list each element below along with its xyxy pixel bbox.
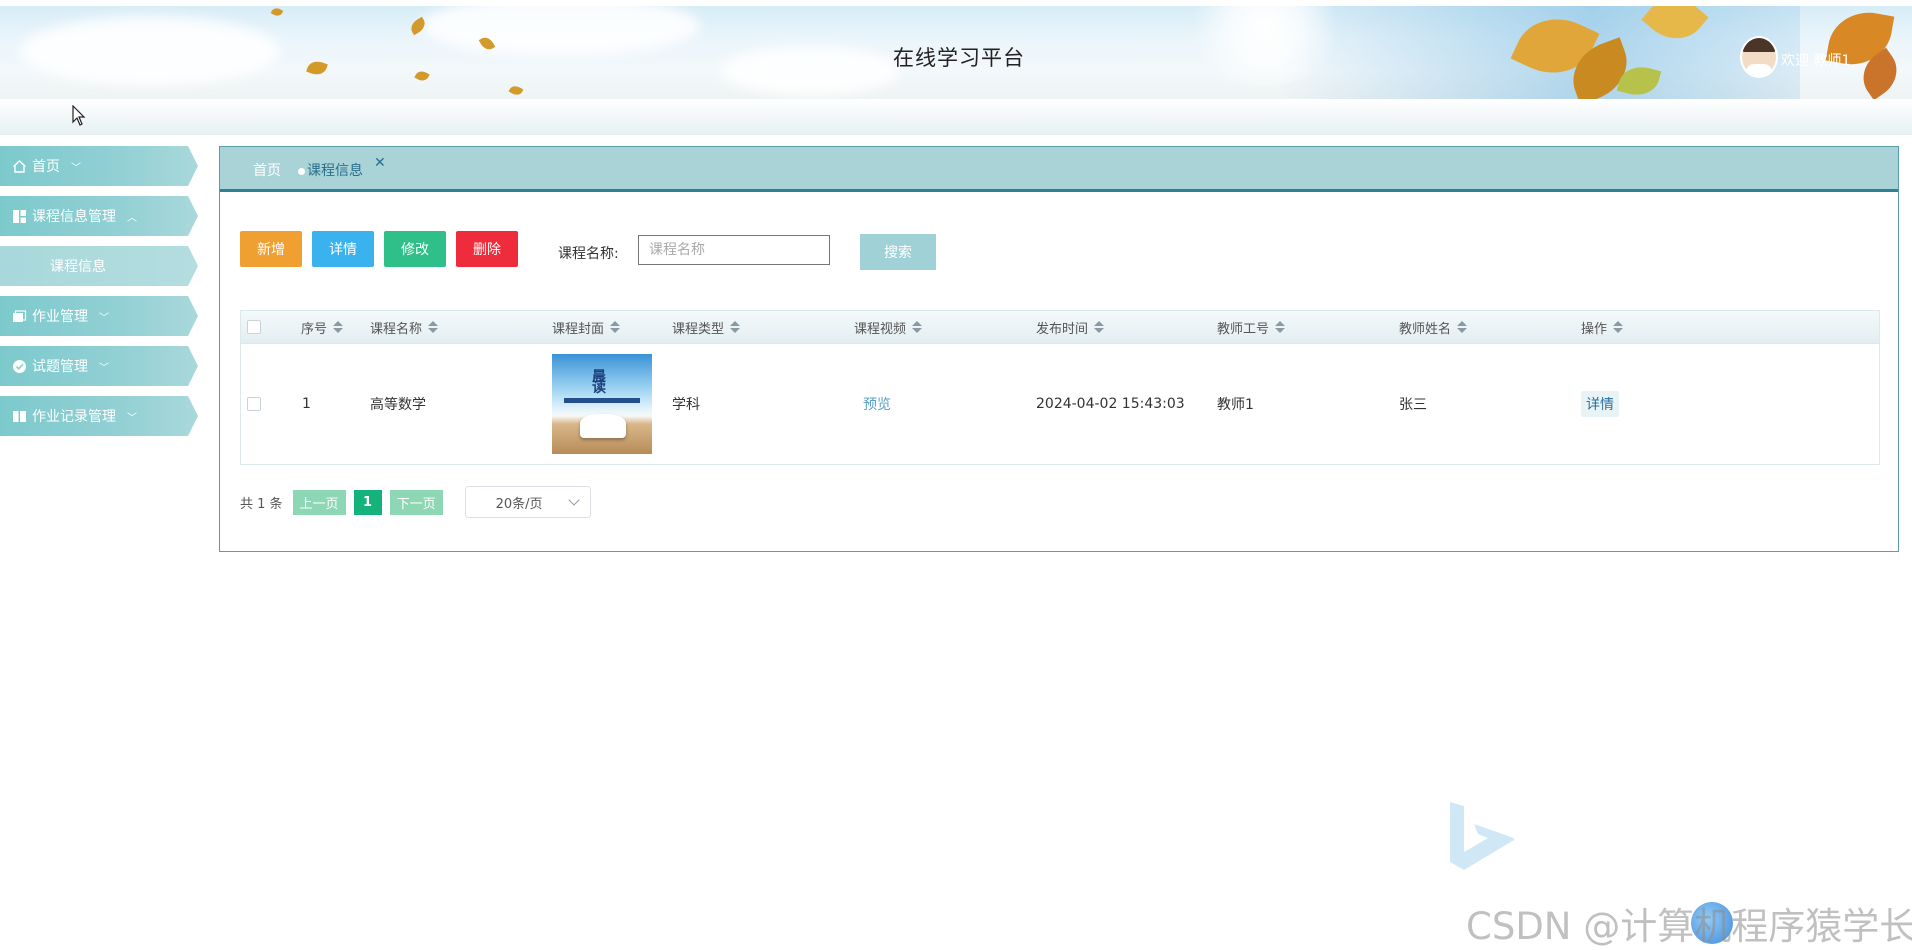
cell-course-type: 学科 [672,397,700,413]
check-circle-icon [12,359,27,374]
column-header-teacher-id[interactable]: 教师工号 [1217,311,1286,343]
chevron-down-icon: ﹀ [71,162,81,174]
delete-button[interactable]: 删除 [456,231,518,267]
sidebar-item-homework-record-management[interactable]: 作业记录管理 ﹀ [0,396,198,436]
sidebar-item-label: 作业管理 [32,309,88,325]
cell-teacher-id: 教师1 [1217,397,1254,413]
row-checkbox[interactable] [247,344,261,464]
avatar[interactable] [1740,36,1778,78]
sub-header-bar [0,99,1912,135]
cell-teacher-name: 张三 [1399,397,1427,413]
next-page-button[interactable]: 下一页 [389,489,443,515]
toolbar: 新增 详情 修改 删除 [240,231,528,267]
page-number-button[interactable]: 1 [353,489,382,515]
cloud-decoration [420,6,700,56]
chevron-down-icon [567,494,580,506]
search-input[interactable] [638,235,830,265]
column-header-cover[interactable]: 课程封面 [552,311,621,343]
sidebar-item-label: 试题管理 [32,359,88,375]
column-header-type[interactable]: 课程类型 [672,311,741,343]
tab-bar: 首页 课程信息 ✕ [220,147,1898,192]
cell-course-name: 高等数学 [370,397,426,413]
home-icon [12,159,27,174]
sidebar: 首页 ﹀ 课程信息管理 ︿ 课程信息 作业管理 ﹀ 试题管理 ﹀ 作业记录管理 … [0,146,200,446]
cell-cover: 晨读 [552,344,652,464]
header-banner: 在线学习平台 欢迎 教师1 [0,6,1912,99]
chevron-up-icon: ︿ [127,212,137,224]
sort-icon[interactable] [333,321,344,333]
detail-button[interactable]: 详情 [312,231,374,267]
book-icon [12,409,27,424]
column-header-video[interactable]: 课程视频 [854,311,923,343]
sort-icon[interactable] [1275,321,1286,333]
table-header: 序号 课程名称 课程封面 课程类型 课程视频 发布时间 教师工号 教师姓名 操作 [241,311,1879,344]
sidebar-item-label: 作业记录管理 [32,409,116,425]
sidebar-item-home[interactable]: 首页 ﹀ [0,146,198,186]
leaf-icon [414,68,430,84]
leaf-icon [508,83,524,98]
sidebar-item-label: 课程信息 [50,259,106,275]
tab-label: 课程信息 [307,163,363,179]
cell-publish-time: 2024-04-02 15:43:03 [1036,396,1185,412]
sidebar-item-question-management[interactable]: 试题管理 ﹀ [0,346,198,386]
main-panel: 首页 课程信息 ✕ 新增 详情 修改 删除 课程名称: 搜索 序号 课程名称 课… [219,146,1899,552]
total-count: 共 1 条 [240,496,283,512]
sort-icon[interactable] [610,321,621,333]
app-title: 在线学习平台 [893,46,1025,70]
sort-icon[interactable] [428,321,439,333]
sidebar-item-course-info[interactable]: 课程信息 [0,246,198,286]
add-button[interactable]: 新增 [240,231,302,267]
welcome-text[interactable]: 欢迎 教师1 [1781,50,1850,70]
cell-index: 1 [302,396,311,412]
prev-page-button[interactable]: 上一页 [292,489,346,515]
column-header-action[interactable]: 操作 [1581,311,1624,343]
active-dot-icon [298,167,305,175]
sidebar-item-label: 首页 [32,159,60,175]
row-detail-button[interactable]: 详情 [1581,391,1619,417]
watermark-text: CSDN @计算机程序猿学长 [1466,905,1912,948]
folder-icon [12,309,27,324]
pagination: 共 1 条 上一页 1 下一页 20条/页 [240,486,591,518]
course-cover-image[interactable]: 晨读 [552,354,652,454]
column-header-index[interactable]: 序号 [301,311,344,343]
leaf-icon [306,58,328,78]
search-button[interactable]: 搜索 [860,234,936,270]
edit-button[interactable]: 修改 [384,231,446,267]
sidebar-item-label: 课程信息管理 [32,209,116,225]
tab-home[interactable]: 首页 [253,160,281,180]
search-label: 课程名称: [558,246,619,262]
chevron-down-icon: ﹀ [99,312,109,324]
column-header-name[interactable]: 课程名称 [370,311,439,343]
grid-icon [12,209,27,224]
sort-icon[interactable] [1457,321,1468,333]
chevron-down-icon: ﹀ [127,412,137,424]
table-row[interactable]: 1 高等数学 晨读 学科 预览 2024-04-02 15:43:03 教师1 … [241,344,1879,464]
video-preview-link[interactable]: 预览 [863,344,891,464]
sort-icon[interactable] [730,321,741,333]
close-icon[interactable]: ✕ [374,155,386,171]
sort-icon[interactable] [1613,321,1624,333]
leaf-icon [270,6,284,18]
column-header-teacher-name[interactable]: 教师姓名 [1399,311,1468,343]
cloud-decoration [20,16,280,86]
page-size-select[interactable]: 20条/页 [464,486,591,518]
cloud-decoration [720,46,900,96]
bing-logo-icon [1448,800,1518,874]
chevron-down-icon: ﹀ [99,362,109,374]
select-all-checkbox[interactable] [247,311,261,343]
sidebar-item-homework-management[interactable]: 作业管理 ﹀ [0,296,198,336]
tab-course-info[interactable]: 课程信息 [298,160,363,180]
sidebar-item-course-management[interactable]: 课程信息管理 ︿ [0,196,198,236]
column-header-time[interactable]: 发布时间 [1036,311,1105,343]
sort-icon[interactable] [1094,321,1105,333]
course-table: 序号 课程名称 课程封面 课程类型 课程视频 发布时间 教师工号 教师姓名 操作… [240,310,1880,465]
cover-title: 晨读 [592,369,606,396]
sort-icon[interactable] [912,321,923,333]
